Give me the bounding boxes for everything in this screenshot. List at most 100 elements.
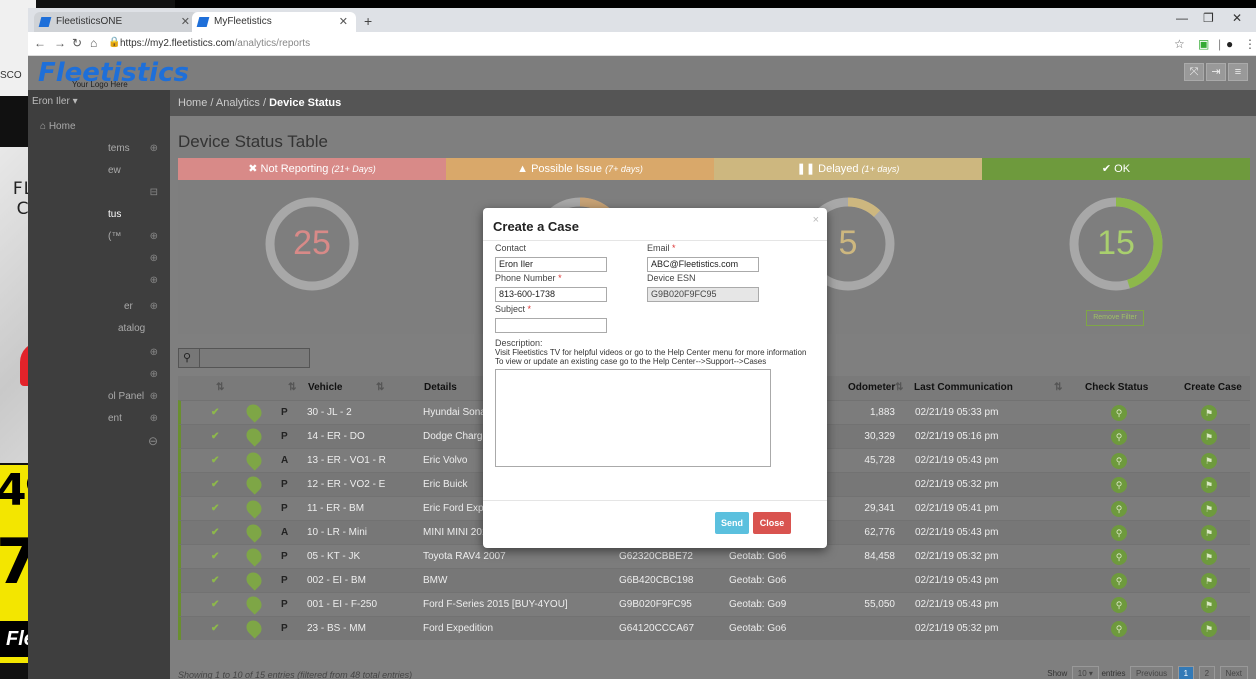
page-2-button[interactable]: 2 bbox=[1198, 666, 1216, 679]
back-icon[interactable]: ← bbox=[34, 36, 46, 50]
col-vehicle[interactable]: Vehicle bbox=[308, 382, 342, 393]
contact-input[interactable]: Eron Iler bbox=[495, 257, 607, 272]
col-details[interactable]: Details bbox=[424, 382, 457, 393]
col-odometer[interactable]: Odometer bbox=[848, 382, 895, 393]
description-textarea[interactable] bbox=[495, 369, 771, 467]
sidebar-item-7[interactable]: ⊕ bbox=[28, 270, 170, 292]
sort-icon[interactable]: ⇅ bbox=[895, 382, 903, 393]
sidebar-item-device-status[interactable]: tus bbox=[28, 204, 170, 226]
bookmark-star-icon[interactable]: ☆ bbox=[1174, 37, 1185, 51]
sidebar-item-overview[interactable]: ew bbox=[28, 160, 170, 182]
map-pin-icon[interactable] bbox=[243, 617, 265, 639]
create-case-flag-icon[interactable]: ⚑ bbox=[1201, 453, 1217, 469]
previous-button[interactable]: Previous bbox=[1129, 666, 1174, 679]
entries-select[interactable]: 10 ▾ bbox=[1071, 666, 1099, 679]
esn-input: G9B020F9FC95 bbox=[647, 287, 759, 302]
forward-icon[interactable]: → bbox=[54, 36, 66, 50]
user-menu[interactable]: Eron Iler ▾ bbox=[32, 96, 78, 107]
create-case-flag-icon[interactable]: ⚑ bbox=[1201, 429, 1217, 445]
check-status-search-icon[interactable]: ⚲ bbox=[1111, 525, 1127, 541]
sidebar-item-er[interactable]: er ⊕ bbox=[28, 296, 170, 318]
create-case-flag-icon[interactable]: ⚑ bbox=[1201, 597, 1217, 613]
url-field[interactable]: https://my2.fleetistics.com/analytics/re… bbox=[120, 38, 310, 49]
table-search[interactable]: ⚲ bbox=[178, 348, 310, 368]
send-button[interactable]: Send bbox=[715, 512, 749, 534]
map-pin-icon[interactable] bbox=[243, 569, 265, 591]
status-card-ok[interactable]: ✔ OK 15 Remove Filter bbox=[982, 158, 1250, 334]
sort-icon[interactable]: ⇅ bbox=[288, 382, 296, 393]
sidebar-item-home[interactable]: ⌂ Home bbox=[28, 116, 170, 138]
check-status-search-icon[interactable]: ⚲ bbox=[1111, 405, 1127, 421]
email-input[interactable]: ABC@Fleetistics.com bbox=[647, 257, 759, 272]
check-status-search-icon[interactable]: ⚲ bbox=[1111, 501, 1127, 517]
sidebar-item-6[interactable]: ⊕ bbox=[28, 248, 170, 270]
sidebar-item-control-panel[interactable]: ol Panel ⊕ bbox=[28, 386, 170, 408]
sort-icon[interactable]: ⇅ bbox=[1054, 382, 1062, 393]
map-pin-icon[interactable] bbox=[243, 425, 265, 447]
check-status-search-icon[interactable]: ⚲ bbox=[1111, 597, 1127, 613]
map-pin-icon[interactable] bbox=[243, 497, 265, 519]
map-pin-icon[interactable] bbox=[243, 521, 265, 543]
col-last-communication[interactable]: Last Communication bbox=[914, 382, 1013, 393]
close-button[interactable]: Close bbox=[753, 512, 791, 534]
minimize-icon[interactable]: — bbox=[1176, 11, 1188, 25]
next-button[interactable]: Next bbox=[1219, 666, 1248, 679]
check-status-search-icon[interactable]: ⚲ bbox=[1111, 429, 1127, 445]
tab-myfleetistics[interactable]: MyFleetistics ✕ bbox=[192, 12, 356, 32]
create-case-flag-icon[interactable]: ⚑ bbox=[1201, 573, 1217, 589]
map-pin-icon[interactable] bbox=[243, 449, 265, 471]
check-status-search-icon[interactable]: ⚲ bbox=[1111, 453, 1127, 469]
create-case-flag-icon[interactable]: ⚑ bbox=[1201, 525, 1217, 541]
map-pin-icon[interactable] bbox=[243, 593, 265, 615]
sidebar-item-11[interactable]: ⊕ bbox=[28, 364, 170, 386]
logout-icon[interactable]: ⇥ bbox=[1206, 63, 1226, 81]
phone-input[interactable]: 813-600-1738 bbox=[495, 287, 607, 302]
status-card-not-reporting[interactable]: ✖ Not Reporting (21+ Days) 25 bbox=[178, 158, 446, 334]
restore-icon[interactable]: ❐ bbox=[1203, 11, 1214, 25]
close-tab-icon[interactable]: ✕ bbox=[339, 15, 348, 28]
breadcrumb-home[interactable]: Home bbox=[178, 97, 207, 109]
sidebar-item-analytics[interactable]: ⊟ bbox=[28, 182, 170, 204]
create-case-flag-icon[interactable]: ⚑ bbox=[1201, 501, 1217, 517]
sidebar-item-systems[interactable]: tems ⊕ bbox=[28, 138, 170, 160]
home-icon[interactable]: ⌂ bbox=[90, 36, 97, 50]
remove-filter-button[interactable]: Remove Filter bbox=[1086, 310, 1144, 326]
check-status-search-icon[interactable]: ⚲ bbox=[1111, 573, 1127, 589]
table-row[interactable]: ✔ P 001 - EI - F-250 Ford F-Series 2015 [BU… bbox=[178, 592, 1250, 616]
new-tab-icon[interactable]: + bbox=[364, 13, 372, 29]
close-window-icon[interactable]: ✕ bbox=[1232, 11, 1242, 25]
sort-icon[interactable]: ⇅ bbox=[216, 382, 224, 393]
check-status-search-icon[interactable]: ⚲ bbox=[1111, 621, 1127, 637]
modal-close-icon[interactable]: × bbox=[813, 214, 819, 226]
table-row[interactable]: ✔ P 002 - EI - BM BMW G6B420CBC198 Geotab: Go… bbox=[178, 568, 1250, 592]
check-status-search-icon[interactable]: ⚲ bbox=[1111, 477, 1127, 493]
breadcrumb-analytics[interactable]: Analytics bbox=[216, 97, 260, 109]
sort-icon[interactable]: ⇅ bbox=[376, 382, 384, 393]
sidebar-item-management[interactable]: ent ⊕ bbox=[28, 408, 170, 430]
menu-icon[interactable]: ⋮ bbox=[1244, 37, 1256, 51]
sidebar-item-catalog[interactable]: atalog bbox=[28, 318, 170, 340]
page-1-button[interactable]: 1 bbox=[1177, 666, 1195, 679]
subject-input[interactable] bbox=[495, 318, 607, 333]
close-tab-icon[interactable]: ✕ bbox=[181, 15, 190, 28]
profile-icon[interactable]: ● bbox=[1226, 37, 1233, 51]
sidebar-item-10[interactable]: ⊕ bbox=[28, 342, 170, 364]
create-case-flag-icon[interactable]: ⚑ bbox=[1201, 549, 1217, 565]
map-pin-icon[interactable] bbox=[243, 401, 265, 423]
reload-icon[interactable]: ↻ bbox=[72, 36, 82, 50]
fleetistics-favicon-icon bbox=[38, 17, 52, 27]
create-case-flag-icon[interactable]: ⚑ bbox=[1201, 405, 1217, 421]
search-input[interactable] bbox=[199, 349, 309, 367]
extension-icon[interactable]: ▣ bbox=[1198, 37, 1209, 51]
sidebar-item-tm[interactable]: (™ ⊕ bbox=[28, 226, 170, 248]
table-row[interactable]: ✔ P 23 - BS - MM Ford Expedition G64120CCCA6… bbox=[178, 616, 1250, 640]
map-pin-icon[interactable] bbox=[243, 473, 265, 495]
map-pin-icon[interactable] bbox=[243, 545, 265, 567]
hamburger-icon[interactable]: ≡ bbox=[1228, 63, 1248, 81]
create-case-flag-icon[interactable]: ⚑ bbox=[1201, 477, 1217, 493]
check-status-search-icon[interactable]: ⚲ bbox=[1111, 549, 1127, 565]
tab-fleetisticsone[interactable]: FleetisticsONE ✕ bbox=[34, 12, 198, 32]
sidebar-collapse[interactable]: ⊖ bbox=[28, 430, 170, 452]
create-case-flag-icon[interactable]: ⚑ bbox=[1201, 621, 1217, 637]
fullscreen-icon[interactable]: ⤧ bbox=[1184, 63, 1204, 81]
